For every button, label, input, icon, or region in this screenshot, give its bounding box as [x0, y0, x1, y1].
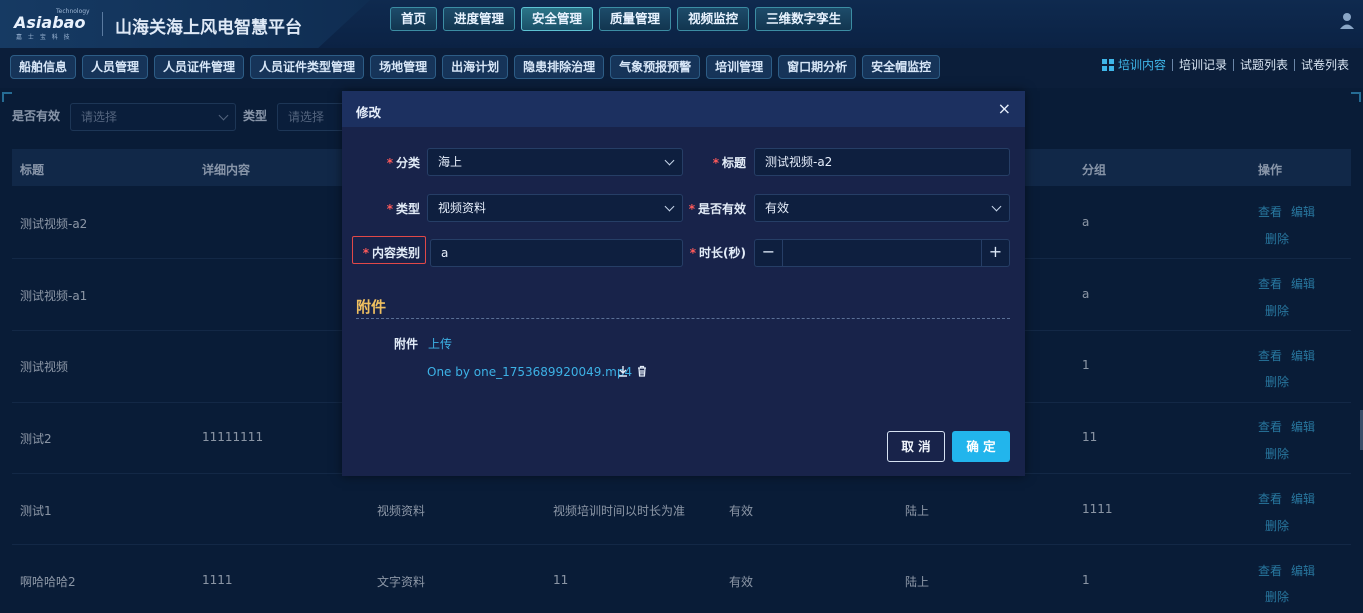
topnav-quality[interactable]: 质量管理	[599, 7, 672, 31]
topnav-progress[interactable]: 进度管理	[443, 7, 516, 31]
sub-navigation: 船舶信息 人员管理 人员证件管理 人员证件类型管理 场地管理 出海计划 隐患排除…	[10, 55, 941, 79]
user-icon[interactable]	[1339, 12, 1355, 30]
top-navigation: 首页 进度管理 安全管理 质量管理 视频监控 三维数字孪生	[390, 7, 853, 31]
topnav-digital-twin[interactable]: 三维数字孪生	[755, 7, 853, 31]
subnav-personnel[interactable]: 人员管理	[82, 55, 149, 79]
logo-divider	[102, 12, 103, 36]
tab-paper-list[interactable]: 试卷列表	[1293, 59, 1355, 71]
logo-text: Asiabao	[14, 13, 86, 32]
confirm-button[interactable]: 确 定	[952, 431, 1010, 462]
field-label-duration-text: 时长(秒)	[699, 246, 746, 260]
subnav-hazards[interactable]: 隐患排除治理	[514, 55, 605, 79]
app-title: 山海关海上风电智慧平台	[115, 18, 302, 38]
download-icon[interactable]	[616, 364, 630, 378]
field-label-duration: * 时长(秒)	[680, 244, 746, 261]
subnav-ship-info[interactable]: 船舶信息	[10, 55, 77, 79]
chevron-down-icon	[664, 155, 675, 166]
tab-training-records[interactable]: 培训记录	[1171, 59, 1233, 71]
required-mark: *	[688, 202, 695, 216]
required-mark: *	[712, 156, 719, 170]
upload-link[interactable]: 上传	[428, 335, 452, 352]
category-select[interactable]: 海上	[427, 148, 683, 176]
valid-value: 有效	[765, 201, 790, 215]
tab-question-list[interactable]: 试题列表	[1232, 59, 1294, 71]
field-label-title: * 标题	[686, 154, 746, 171]
title-input[interactable]: 测试视频-a2	[754, 148, 1010, 176]
subnav-training[interactable]: 培训管理	[706, 55, 773, 79]
field-label-type-text: 类型	[395, 202, 420, 216]
cancel-button[interactable]: 取 消	[887, 431, 945, 462]
topnav-video[interactable]: 视频监控	[677, 7, 750, 31]
subnav-window-analysis[interactable]: 窗口期分析	[778, 55, 857, 79]
type-select[interactable]: 视频资料	[427, 194, 683, 222]
company-logo: Technology Asiabao 嘉 士 宝 科 技	[10, 8, 94, 42]
required-mark: *	[386, 156, 393, 170]
field-label-category: * 分类	[360, 154, 420, 171]
attachment-label: 附件	[394, 337, 419, 351]
increase-button[interactable]: +	[981, 240, 1009, 266]
field-label-title-text: 标题	[721, 156, 746, 170]
duration-stepper[interactable]: − +	[754, 239, 1010, 267]
decrease-button[interactable]: −	[755, 240, 783, 266]
content-type-value: a	[441, 246, 449, 260]
subnav-helmet-monitor[interactable]: 安全帽监控	[862, 55, 941, 79]
valid-select[interactable]: 有效	[754, 194, 1010, 222]
field-label-valid: * 是否有效	[676, 200, 746, 217]
title-value: 测试视频-a2	[765, 155, 833, 169]
top-header: Technology Asiabao 嘉 士 宝 科 技 山海关海上风电智慧平台…	[0, 0, 1363, 48]
logo-subtext: 嘉 士 宝 科 技	[16, 34, 72, 41]
modal-title: 修改	[356, 105, 382, 120]
chevron-down-icon	[991, 201, 1002, 212]
field-label-type: * 类型	[360, 200, 420, 217]
attachment-file-link[interactable]: One by one_1753689920049.mp4	[427, 365, 632, 379]
topnav-safety[interactable]: 安全管理	[521, 7, 594, 31]
brand-area: Technology Asiabao 嘉 士 宝 科 技 山海关海上风电智慧平台	[0, 0, 370, 48]
subnav-certificates[interactable]: 人员证件管理	[154, 55, 245, 79]
subnav-sea-plans[interactable]: 出海计划	[442, 55, 509, 79]
subnav-weather[interactable]: 气象预报预警	[610, 55, 701, 79]
required-mark: *	[386, 202, 393, 216]
chevron-down-icon	[664, 201, 675, 212]
required-mark: *	[689, 246, 697, 260]
section-divider	[356, 318, 1010, 319]
trash-icon[interactable]	[635, 364, 649, 378]
field-label-valid-text: 是否有效	[697, 202, 746, 216]
topnav-home[interactable]: 首页	[390, 7, 438, 31]
validation-highlight	[352, 236, 426, 264]
type-value: 视频资料	[438, 201, 487, 215]
field-label-category-text: 分类	[395, 156, 420, 170]
content-type-input[interactable]: a	[430, 239, 683, 267]
attachment-section-title: 附件	[356, 298, 387, 316]
grid-icon	[1101, 59, 1114, 71]
subnav-sites[interactable]: 场地管理	[370, 55, 437, 79]
close-icon[interactable]: ×	[998, 99, 1011, 118]
tab-training-content-label: 培训内容	[1117, 58, 1166, 72]
category-value: 海上	[438, 155, 463, 169]
tab-training-content[interactable]: 培训内容	[1096, 59, 1172, 71]
subnav-certificate-types[interactable]: 人员证件类型管理	[250, 55, 365, 79]
training-tabs: 培训内容 培训记录 试题列表 试卷列表	[1096, 59, 1355, 71]
modal-header: 修改 ×	[342, 91, 1025, 127]
